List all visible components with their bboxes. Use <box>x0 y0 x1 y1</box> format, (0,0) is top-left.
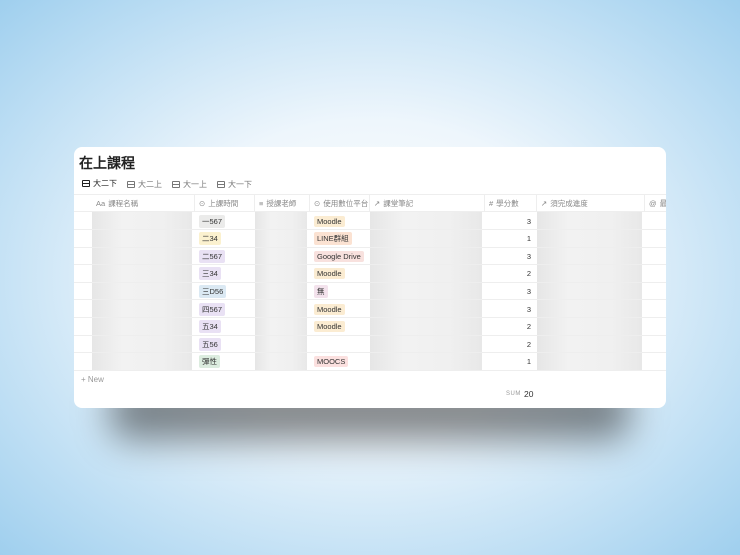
column-label: 課堂筆記 <box>383 199 414 208</box>
time-cell[interactable]: 五56 <box>195 335 221 353</box>
platform-cell[interactable]: Moodle <box>310 318 345 336</box>
tab-3[interactable]: 大一下 <box>214 178 255 195</box>
credits-cell[interactable]: 3 <box>485 212 537 230</box>
column-label: 課程名稱 <box>108 199 139 208</box>
time-tag: 二567 <box>199 249 226 263</box>
platform-tag: Moodle <box>314 268 345 280</box>
tab-label: 大一上 <box>183 179 207 189</box>
platform-cell[interactable]: Moodle <box>310 265 345 283</box>
tab-label: 大一下 <box>228 179 252 189</box>
column-header[interactable]: @ 最 <box>645 195 666 212</box>
credits-cell[interactable]: 3 <box>485 300 537 318</box>
table-row[interactable] <box>74 318 666 336</box>
platform-tag: Moodle <box>314 321 345 333</box>
column-header[interactable]: Aa 課程名稱 <box>92 195 195 212</box>
table-row[interactable] <box>74 247 666 266</box>
time-cell[interactable]: 三D56 <box>195 282 227 300</box>
table-row[interactable] <box>74 230 666 248</box>
time-tag: 彈性 <box>199 355 220 369</box>
time-cell[interactable]: 五34 <box>195 318 221 336</box>
time-tag: 三34 <box>199 267 221 281</box>
sum-value: 20 <box>524 389 534 399</box>
column-type-icon: ⊙ <box>314 199 321 208</box>
platform-tag: Moodle <box>314 215 345 227</box>
column-label: 上課時間 <box>208 199 239 208</box>
table-row[interactable] <box>74 265 666 283</box>
time-cell[interactable]: 三34 <box>195 265 221 283</box>
platform-cell[interactable]: Moodle <box>310 212 345 230</box>
table-row[interactable] <box>74 335 666 354</box>
column-label: 須完成進度 <box>550 199 588 208</box>
column-type-icon: ⊙ <box>199 199 206 208</box>
time-cell[interactable]: 二34 <box>195 230 221 248</box>
time-tag: 三D56 <box>199 284 227 298</box>
platform-cell[interactable]: Google Drive <box>310 247 364 265</box>
credits-cell[interactable]: 2 <box>485 335 537 353</box>
column-label: 授課老師 <box>266 199 297 208</box>
time-tag: 五34 <box>199 320 221 334</box>
table-row[interactable] <box>74 212 666 230</box>
platform-cell[interactable]: LINE群組 <box>310 230 352 248</box>
column-type-icon: ≡ <box>259 199 264 208</box>
credits-cell[interactable]: 3 <box>485 282 537 300</box>
time-tag: 四567 <box>199 302 226 316</box>
database-card: 在上課程 大二下 大二上 大一上 大一下 Aa 課程名稱 ⊙ 上課時間 ≡ 授課老師 ⊙ 使用… <box>74 147 666 408</box>
credits-cell[interactable]: 3 <box>485 247 537 265</box>
platform-cell[interactable]: Moodle <box>310 300 345 318</box>
tab-2[interactable]: 大一上 <box>169 178 210 195</box>
platform-tag: MOOCS <box>314 356 349 368</box>
table-row[interactable] <box>74 282 666 301</box>
table-icon <box>217 180 225 188</box>
time-tag: 二34 <box>199 232 221 246</box>
column-header[interactable]: # 學分數 <box>485 195 537 212</box>
credits-cell[interactable]: 2 <box>485 265 537 283</box>
table-icon <box>172 180 180 188</box>
platform-tag: Google Drive <box>314 250 364 262</box>
table-icon <box>127 180 135 188</box>
platform-cell[interactable] <box>310 335 314 353</box>
credits-cell[interactable]: 2 <box>485 318 537 336</box>
view-tabs: 大二下 大二上 大一上 大一下 <box>79 178 259 195</box>
platform-tag: 無 <box>314 284 328 298</box>
column-type-icon: ↗ <box>374 199 381 208</box>
platform-cell[interactable]: 無 <box>310 282 328 300</box>
time-cell[interactable]: 彈性 <box>195 353 220 371</box>
platform-tag: LINE群組 <box>314 232 352 246</box>
column-label: 學分數 <box>496 199 519 208</box>
tab-1[interactable]: 大二上 <box>124 178 165 195</box>
column-type-icon: # <box>489 199 494 208</box>
platform-tag: Moodle <box>314 303 345 315</box>
column-header[interactable]: ⊙ 使用數位平台 <box>310 195 370 212</box>
sum-label: SUM <box>506 391 521 397</box>
time-tag: 五56 <box>199 337 221 351</box>
new-row-button[interactable]: + New <box>81 375 104 384</box>
platform-cell[interactable]: MOOCS <box>310 353 349 371</box>
tab-label: 大二上 <box>138 179 162 189</box>
time-cell[interactable]: 二567 <box>195 247 226 265</box>
column-header[interactable]: ⊙ 上課時間 <box>195 195 255 212</box>
time-cell[interactable]: 四567 <box>195 300 226 318</box>
column-label: 使用數位平台 <box>323 199 369 208</box>
column-header[interactable]: ↗ 課堂筆記 <box>370 195 485 212</box>
table-icon <box>82 180 90 187</box>
table-row[interactable] <box>74 300 666 318</box>
column-type-icon: ↗ <box>541 199 548 208</box>
credits-cell[interactable]: 1 <box>485 353 537 371</box>
time-cell[interactable]: 一567 <box>195 212 226 230</box>
tab-label: 大二下 <box>93 179 117 188</box>
credits-cell[interactable]: 1 <box>485 230 537 248</box>
column-header[interactable]: ↗ 須完成進度 <box>537 195 645 212</box>
column-type-icon: @ <box>649 199 657 208</box>
page-title: 在上課程 <box>79 155 135 171</box>
column-type-icon: Aa <box>96 199 106 208</box>
time-tag: 一567 <box>199 214 226 228</box>
table-row[interactable] <box>74 353 666 371</box>
tab-0[interactable]: 大二下 <box>79 178 120 195</box>
column-label: 最 <box>659 199 666 208</box>
column-header[interactable]: ≡ 授課老師 <box>255 195 310 212</box>
